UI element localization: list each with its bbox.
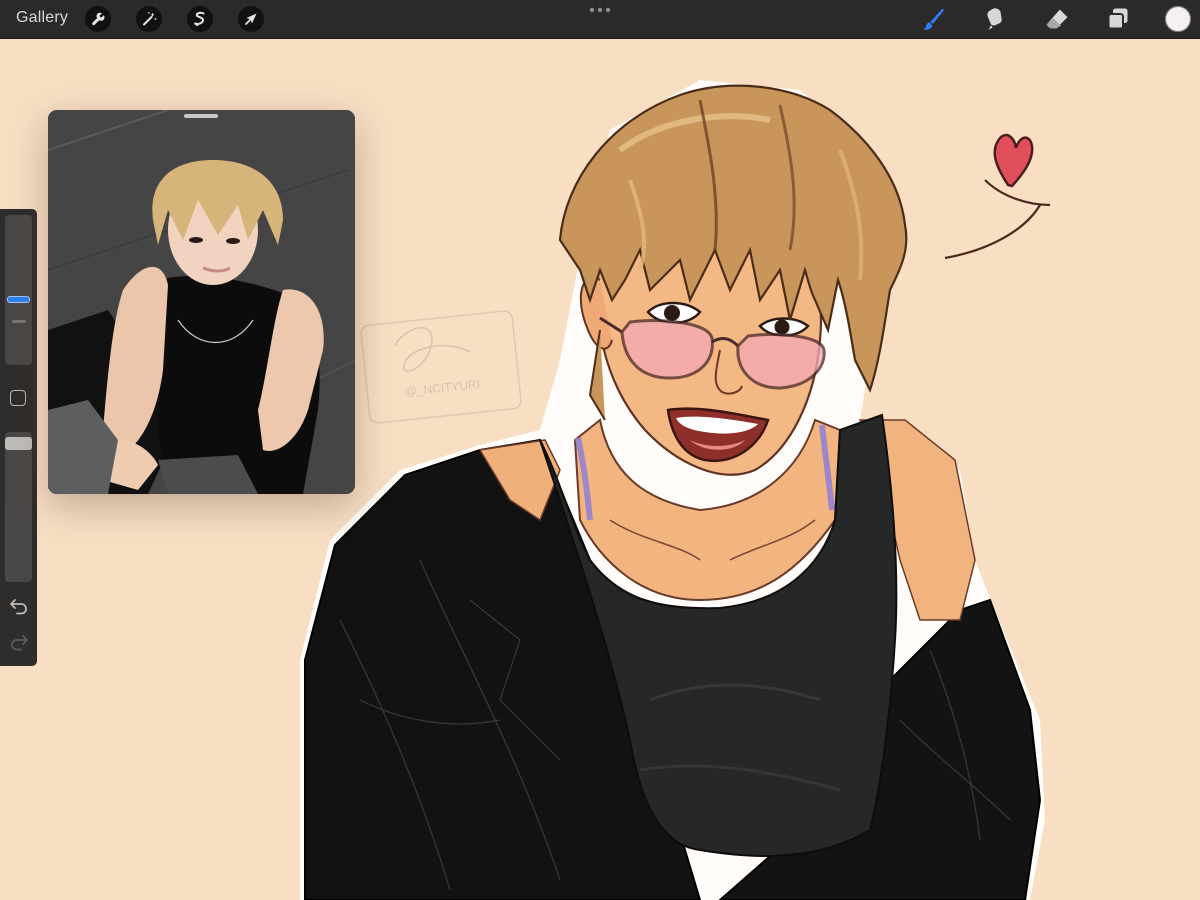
smudge-tool-button[interactable] xyxy=(979,4,1009,34)
modify-square-icon[interactable] xyxy=(10,390,26,406)
brush-size-thumb[interactable] xyxy=(7,296,30,303)
color-picker-swatch[interactable] xyxy=(1165,6,1191,32)
signature-text: @_NCITYURI xyxy=(404,377,481,399)
reference-photo xyxy=(48,110,355,494)
procreate-app: @_NCITYURI Gallery xyxy=(0,0,1200,900)
reference-window[interactable] xyxy=(48,110,355,494)
undo-icon[interactable] xyxy=(8,596,30,616)
selection-button[interactable] xyxy=(187,6,213,32)
gallery-button[interactable]: Gallery xyxy=(16,9,68,27)
wrench-icon xyxy=(92,12,105,26)
adjustments-button[interactable] xyxy=(136,6,162,32)
actions-button[interactable] xyxy=(85,6,111,32)
selection-icon xyxy=(194,11,205,27)
brush-opacity-slider[interactable] xyxy=(5,432,32,582)
signature-watermark: @_NCITYURI xyxy=(360,310,522,424)
transform-button[interactable] xyxy=(238,6,264,32)
layers-button[interactable] xyxy=(1103,4,1133,34)
brush-opacity-thumb[interactable] xyxy=(5,437,32,450)
smudge-icon xyxy=(987,8,1002,30)
arrow-cursor-icon xyxy=(245,13,257,25)
brush-size-preview xyxy=(12,320,26,323)
more-options-icon[interactable] xyxy=(586,5,614,15)
top-toolbar: Gallery xyxy=(0,0,1200,39)
layers-icon xyxy=(1107,8,1128,30)
heart-doodle xyxy=(944,133,1051,260)
reference-drag-handle[interactable] xyxy=(184,114,218,118)
left-sidebar xyxy=(0,209,37,666)
brush-tool-button[interactable] xyxy=(918,4,948,34)
brush-icon xyxy=(922,8,944,30)
magic-wand-icon xyxy=(143,12,157,26)
eraser-tool-button[interactable] xyxy=(1042,4,1072,34)
brush-size-slider[interactable] xyxy=(5,215,32,365)
redo-icon[interactable] xyxy=(8,632,30,652)
eraser-icon xyxy=(1046,9,1068,29)
